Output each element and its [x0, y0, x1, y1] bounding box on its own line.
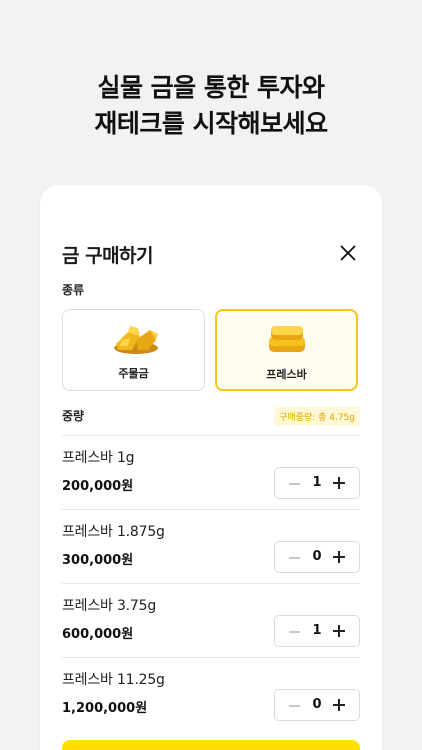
divider	[62, 657, 360, 658]
quantity-stepper: 0	[274, 689, 360, 721]
list-item: 프레스바 3.75g 600,000원 1	[62, 585, 360, 659]
modal-title: 금 구매하기	[62, 245, 154, 267]
weight-section-label: 중량	[62, 409, 85, 423]
plus-icon[interactable]	[333, 477, 345, 489]
quantity-value: 0	[312, 697, 322, 712]
divider	[62, 435, 360, 436]
headline-line-2: 재테크를 시작해보세요	[94, 109, 328, 138]
item-price: 200,000원	[62, 479, 134, 494]
quantity-stepper: 1	[274, 615, 360, 647]
item-price: 600,000원	[62, 627, 134, 642]
press-bar-icon	[266, 323, 308, 361]
quantity-stepper: 0	[274, 541, 360, 573]
purchase-modal: 금 구매하기 종류 주물금 프레스바 중량 구매중량: 총 4.75g 프레스바…	[40, 185, 382, 750]
item-price: 300,000원	[62, 553, 134, 568]
quantity-value: 0	[312, 549, 322, 564]
divider	[62, 583, 360, 584]
purchase-button[interactable]	[62, 740, 360, 750]
item-name: 프레스바 3.75g	[62, 598, 157, 614]
type-section-label: 종류	[62, 283, 85, 297]
item-name: 프레스바 1.875g	[62, 524, 165, 540]
headline-line-1: 실물 금을 통한 투자와	[97, 73, 325, 102]
item-name: 프레스바 11.25g	[62, 672, 165, 688]
close-icon	[340, 245, 356, 261]
close-button[interactable]	[338, 243, 358, 263]
quantity-value: 1	[312, 475, 322, 490]
list-item: 프레스바 1.875g 300,000원 0	[62, 511, 360, 585]
quantity-stepper: 1	[274, 467, 360, 499]
gold-nugget-icon	[108, 322, 160, 360]
plus-icon[interactable]	[333, 625, 345, 637]
type-option-press-bar[interactable]: 프레스바	[215, 309, 358, 391]
plus-icon[interactable]	[333, 699, 345, 711]
list-item: 프레스바 11.25g 1,200,000원 0	[62, 659, 360, 733]
item-price: 1,200,000원	[62, 701, 148, 716]
type-option-label: 주물금	[118, 367, 149, 380]
total-weight-badge: 구매중량: 총 4.75g	[274, 407, 360, 426]
item-name: 프레스바 1g	[62, 450, 135, 466]
type-option-label: 프레스바	[266, 368, 307, 381]
type-option-cast-gold[interactable]: 주물금	[62, 309, 205, 391]
plus-icon[interactable]	[333, 551, 345, 563]
headline: 실물 금을 통한 투자와 재테크를 시작해보세요	[0, 70, 422, 142]
quantity-value: 1	[312, 623, 322, 638]
divider	[62, 509, 360, 510]
list-item: 프레스바 1g 200,000원 1	[62, 437, 360, 511]
